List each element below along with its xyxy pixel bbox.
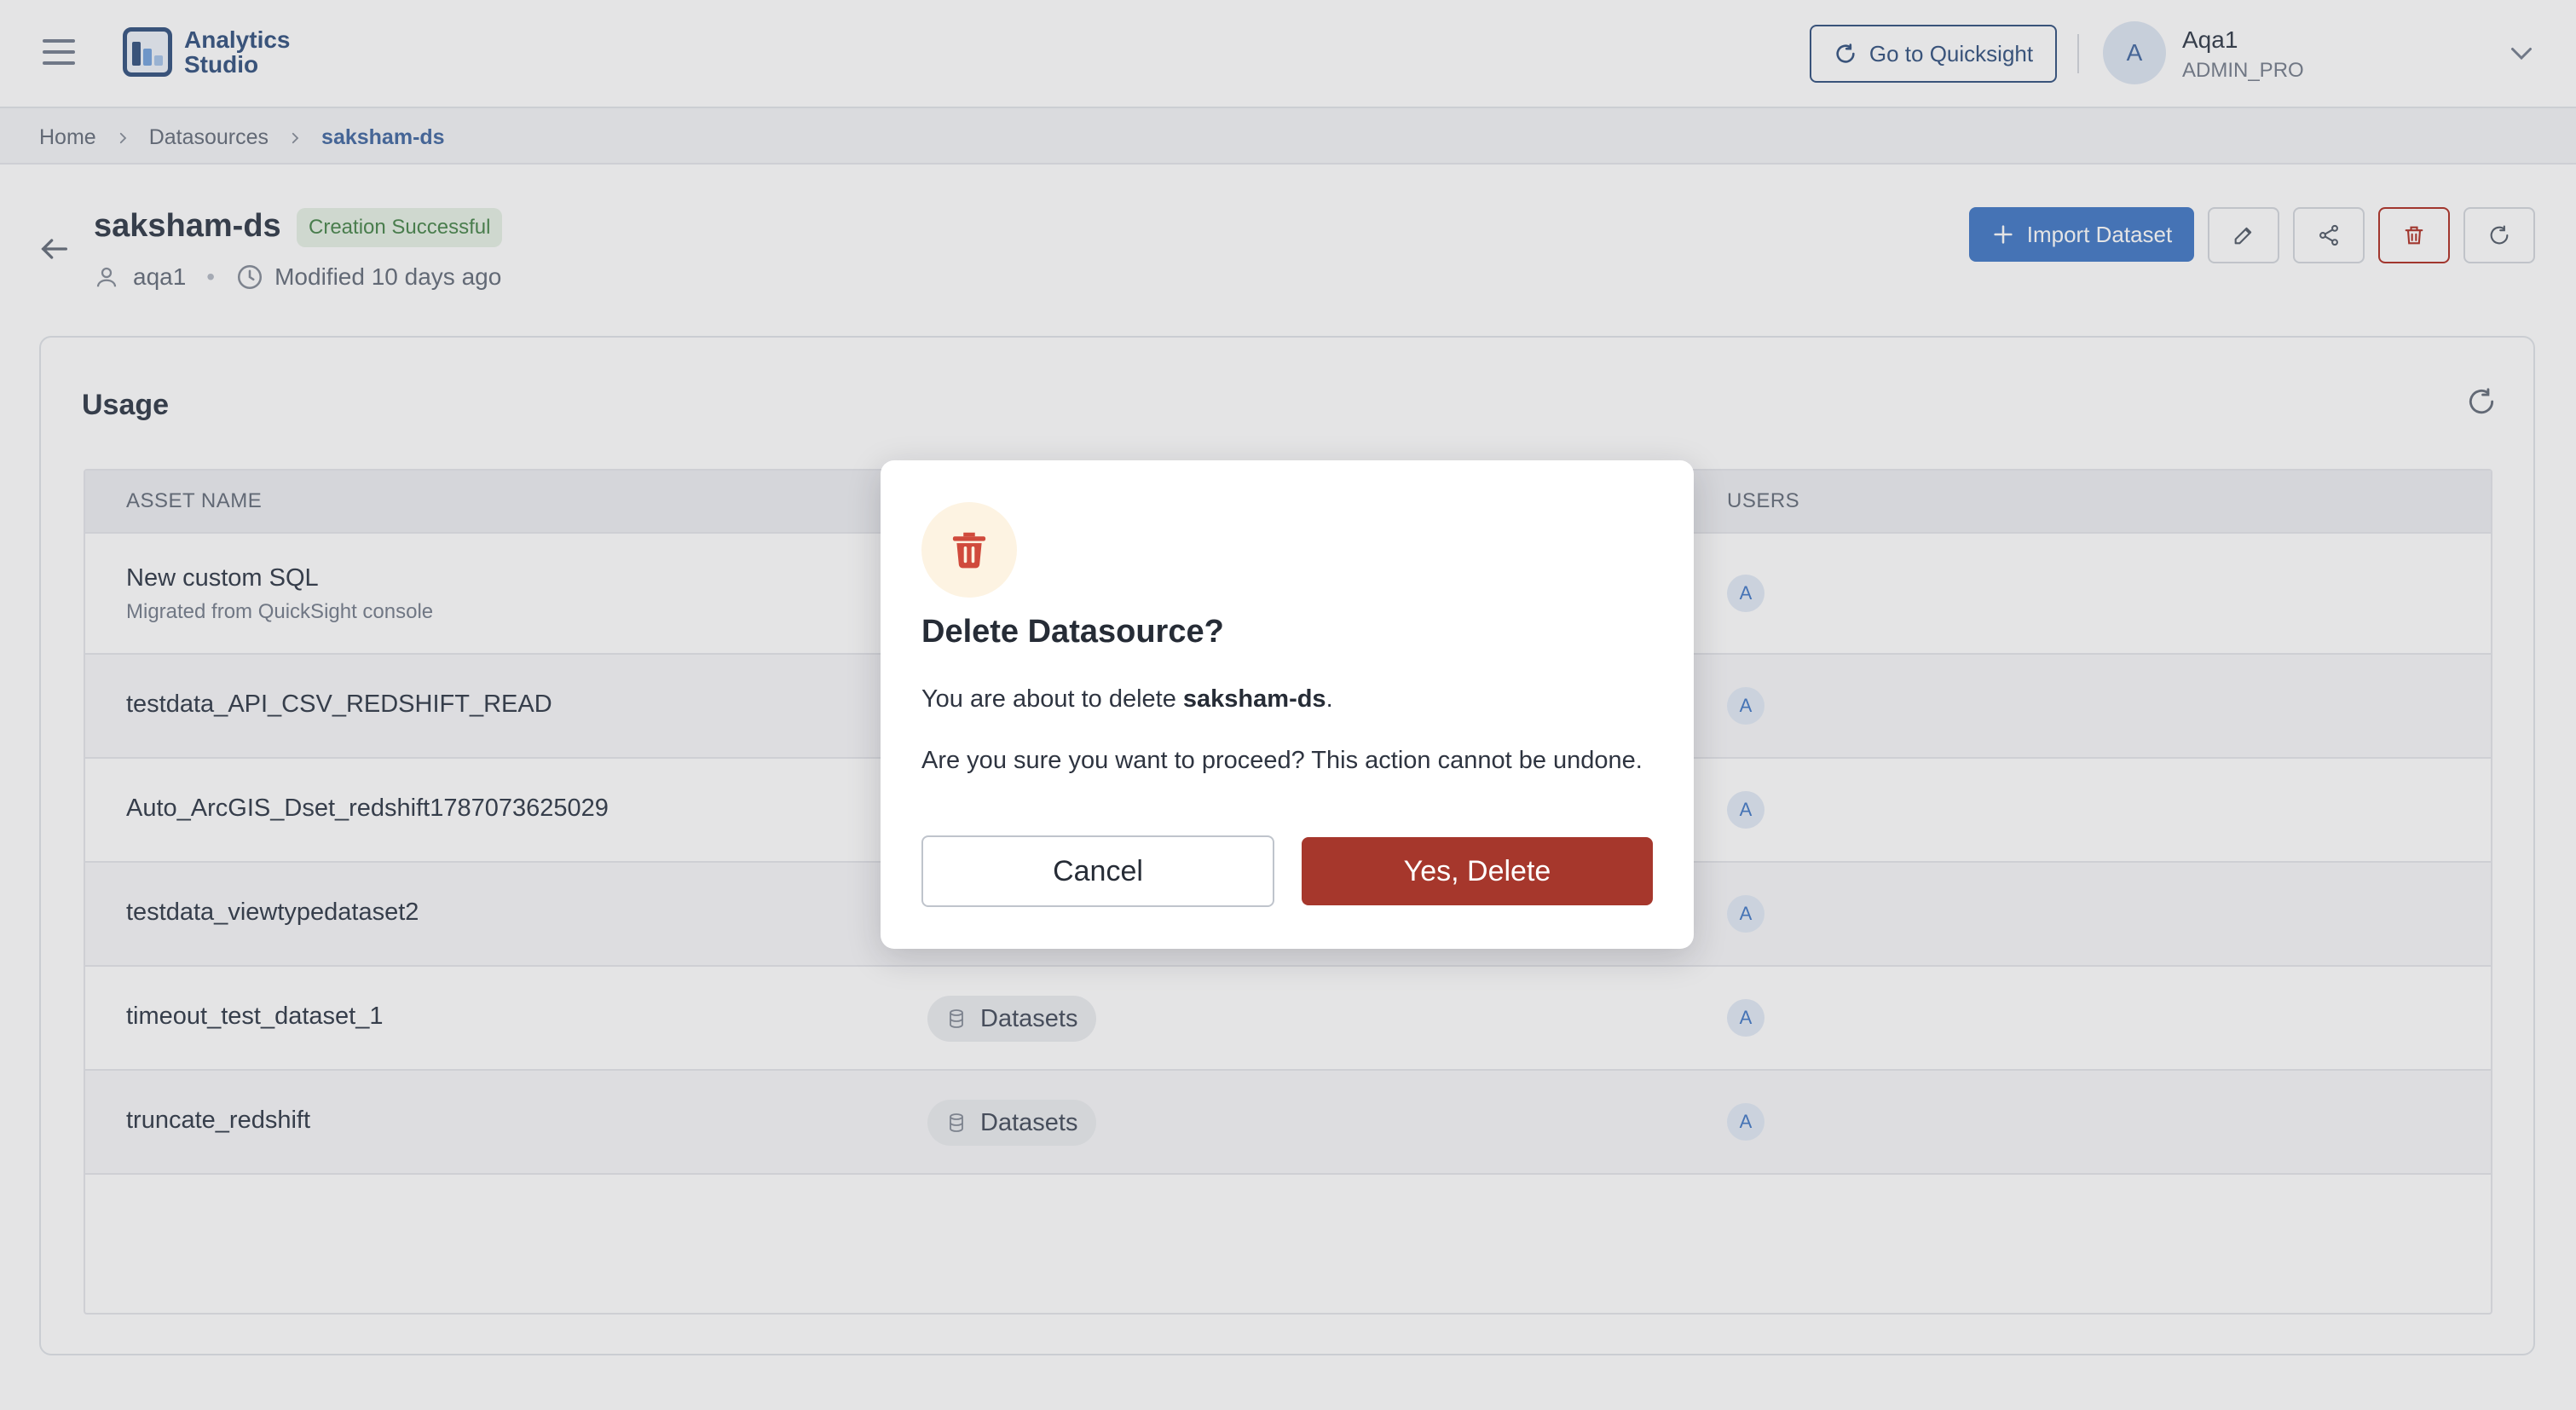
cancel-button[interactable]: Cancel	[921, 835, 1274, 907]
trash-icon	[952, 532, 986, 569]
modal-title: Delete Datasource?	[921, 614, 1224, 650]
modal-message: You are about to delete saksham-ds.	[921, 685, 1333, 714]
delete-datasource-dialog: Delete Datasource? You are about to dele…	[881, 460, 1694, 949]
modal-confirm-text: Are you sure you want to proceed? This a…	[921, 747, 1643, 774]
confirm-delete-button[interactable]: Yes, Delete	[1302, 837, 1653, 905]
modal-icon-container	[921, 502, 1017, 598]
modal-target-name: saksham-ds	[1182, 685, 1326, 713]
modal-message-suffix: .	[1326, 685, 1333, 713]
modal-message-prefix: You are about to delete	[921, 685, 1183, 713]
